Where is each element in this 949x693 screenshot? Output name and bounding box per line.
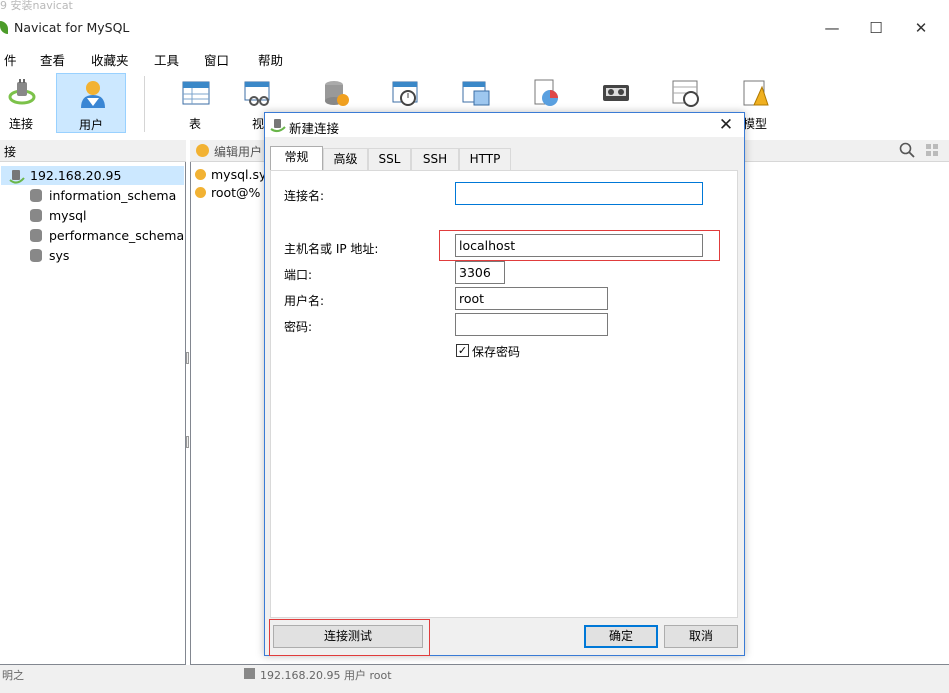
password-input[interactable]: [455, 313, 608, 336]
menu-file[interactable]: 件: [4, 50, 17, 69]
connection-name-label: 连接名:: [284, 189, 325, 203]
menu-help[interactable]: 帮助: [258, 50, 283, 69]
tree-database-item[interactable]: mysql: [49, 208, 87, 223]
tab-ssh[interactable]: SSH: [411, 148, 459, 170]
database-icon: [30, 249, 42, 262]
toolbar-user-label: 用户: [78, 118, 103, 132]
menu-view[interactable]: 查看: [40, 50, 65, 69]
status-left: 明之: [2, 669, 24, 682]
schedule-icon: [672, 80, 699, 107]
port-label: 端口:: [284, 268, 313, 282]
event-icon: [392, 81, 418, 106]
status-center: 192.168.20.95 用户 root: [260, 669, 392, 682]
top-cropped-caption: 9 安装navicat: [0, 0, 73, 12]
window-titlebar: [0, 12, 949, 44]
user-icon: [195, 169, 206, 180]
username-label: 用户名:: [284, 294, 325, 308]
database-icon: [30, 229, 42, 242]
table-icon: [182, 81, 210, 105]
edit-user-icon: [196, 144, 209, 157]
tab-general[interactable]: 常规: [270, 146, 323, 171]
user-icon: [81, 81, 105, 108]
report-icon: [534, 79, 558, 106]
database-icon: [30, 209, 42, 222]
save-password-checkbox[interactable]: ✓: [456, 344, 469, 357]
dialog-title: 新建连接: [289, 121, 340, 136]
plug-icon: [8, 79, 36, 105]
status-connection-icon: [244, 668, 255, 679]
save-password-label: 保存密码: [472, 345, 521, 359]
status-bar: 明之 192.168.20.95 用户 root: [0, 665, 949, 693]
toolbar-table-button[interactable]: 表: [160, 73, 230, 133]
toolbar-connect-button[interactable]: 连接: [0, 73, 56, 133]
new-connection-dialog: 新建连接 ✕ 常规 高级 SSL SSH HTTP 连接名: 主机名或 IP 地…: [264, 112, 745, 656]
minimize-button[interactable]: —: [809, 12, 855, 44]
menu-tools[interactable]: 工具: [154, 50, 179, 69]
ok-button[interactable]: 确定: [584, 625, 658, 648]
tree-database-item[interactable]: performance_schema: [49, 228, 184, 243]
window-title: Navicat for MySQL: [14, 20, 130, 35]
connection-icon: [9, 170, 25, 184]
toolbar-connect-label: 连接: [8, 117, 33, 131]
tab-ssl[interactable]: SSL: [368, 148, 411, 170]
host-label: 主机名或 IP 地址:: [284, 242, 379, 256]
toolbar-separator: [144, 76, 145, 132]
port-input[interactable]: 3306: [455, 261, 505, 284]
tab-advanced[interactable]: 高级: [323, 148, 368, 170]
toolbar-user-button[interactable]: 用户: [56, 73, 126, 133]
menu-bar: [0, 44, 949, 72]
tab-http[interactable]: HTTP: [459, 148, 511, 170]
dialog-close-button[interactable]: ✕: [714, 114, 738, 136]
host-highlight-box: [439, 230, 720, 261]
view-icon: [244, 81, 270, 106]
backup-icon: [603, 85, 629, 101]
connection-name-input[interactable]: [455, 182, 703, 205]
query-icon: [462, 81, 490, 106]
username-input[interactable]: root: [455, 287, 608, 310]
database-icon: [30, 189, 42, 202]
new-connection-icon: [270, 119, 286, 133]
toolbar-view-label: 视: [251, 117, 264, 131]
tree-connection-label: 192.168.20.95: [30, 168, 122, 183]
toolbar-table-label: 表: [188, 117, 201, 131]
close-button[interactable]: ✕: [898, 12, 944, 44]
toolbar-view-button[interactable]: 视: [230, 73, 270, 133]
user-list-item[interactable]: root@%: [211, 185, 260, 200]
general-tab-page: 连接名: 主机名或 IP 地址: localhost 端口: 3306 用户名:…: [270, 170, 738, 618]
tree-database-item[interactable]: sys: [49, 248, 69, 263]
tree-database-item[interactable]: information_schema: [49, 188, 176, 203]
navicat-screen: 9 安装navicat Navicat for MySQL — ☐ ✕ 件 查看…: [0, 0, 949, 693]
menu-window[interactable]: 窗口: [204, 50, 229, 69]
menu-favorites[interactable]: 收藏夹: [91, 50, 129, 69]
edit-user-button[interactable]: 编辑用户: [214, 143, 262, 160]
left-panel-header-label: 接: [4, 145, 17, 159]
password-label: 密码:: [284, 320, 313, 334]
function-icon: [325, 81, 349, 106]
model-icon: [743, 80, 769, 106]
left-panel-header: 接: [0, 140, 186, 162]
user-icon: [195, 187, 206, 198]
grid-view-icon[interactable]: [925, 143, 939, 157]
cancel-button[interactable]: 取消: [664, 625, 738, 648]
maximize-button[interactable]: ☐: [853, 12, 899, 44]
search-icon[interactable]: [899, 142, 915, 158]
test-button-highlight-box: [269, 619, 430, 656]
